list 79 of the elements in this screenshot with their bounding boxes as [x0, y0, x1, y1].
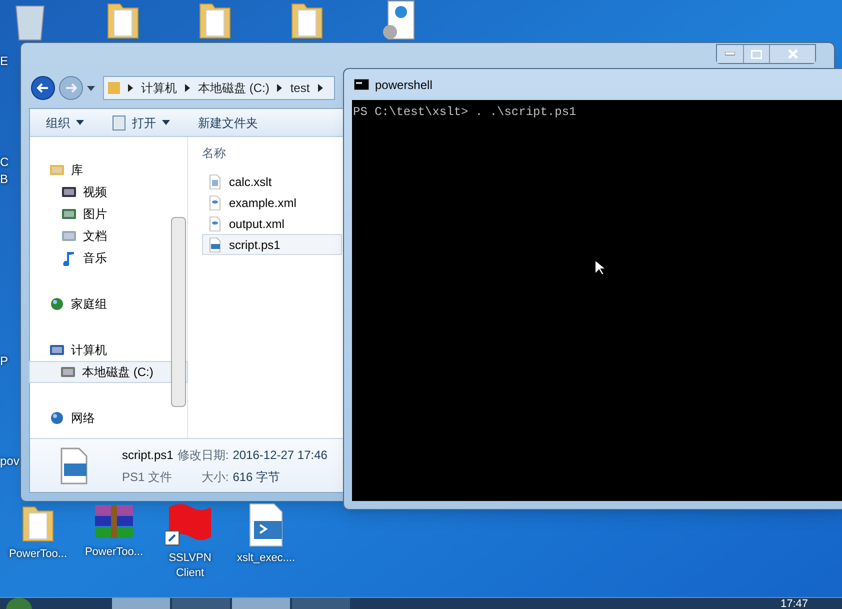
details-value: 616 字节: [232, 468, 282, 486]
back-button[interactable]: [31, 76, 55, 100]
nav-label: 网络: [71, 410, 95, 427]
desktop-icon-label[interactable]: SSLVPN Client: [154, 551, 226, 581]
file-item[interactable]: example.xml: [202, 192, 342, 213]
nav-item[interactable]: 库: [30, 159, 187, 181]
maximize-icon: [751, 50, 762, 58]
breadcrumb-item[interactable]: 计算机: [141, 79, 177, 97]
breadcrumb-item[interactable]: 本地磁盘 (C:): [198, 79, 270, 97]
back-arrow-icon: [37, 83, 49, 93]
nav-item[interactable]: 家庭组: [30, 293, 187, 315]
chevron-right-icon: [128, 84, 133, 92]
caret-icon: [87, 86, 95, 90]
desktop-icon-label[interactable]: xslt_exec....: [230, 551, 302, 566]
desktop-icon-label: P: [0, 353, 8, 370]
clock: 17:47: [780, 598, 808, 609]
xml-file-icon: [207, 216, 223, 232]
file-icon: [207, 174, 223, 190]
nav-label: 视频: [83, 184, 107, 201]
details-label: 大小:: [200, 468, 229, 486]
breadcrumb-item[interactable]: test: [290, 79, 310, 97]
maximize-button[interactable]: [743, 45, 769, 63]
nav-label: 文档: [83, 228, 107, 245]
script-file-icon: [207, 236, 223, 252]
desktop-icon-label: E: [0, 53, 8, 70]
chevron-right-icon: [277, 84, 282, 92]
details-file-type: PS1 文件: [122, 468, 174, 486]
nav-label: 图片: [83, 206, 107, 223]
nav-item[interactable]: 图片: [30, 203, 187, 225]
nav-item[interactable]: 视频: [30, 181, 187, 203]
caret-icon: [162, 120, 170, 125]
toolbar-button[interactable]: 新建文件夹: [198, 114, 258, 132]
web-document-icon: [382, 0, 416, 42]
file-item[interactable]: script.ps1: [202, 234, 342, 255]
minimize-button[interactable]: [717, 45, 743, 63]
minimize-icon: [725, 52, 735, 56]
xml-file-icon: [207, 194, 223, 210]
details-label: 修改日期:: [177, 446, 229, 464]
nav-label: 库: [71, 162, 83, 179]
desktop-icon-label[interactable]: PowerToo...: [78, 545, 150, 560]
network-icon: [49, 410, 65, 426]
file-item[interactable]: calc.xslt: [202, 171, 342, 192]
homegroup-icon: [49, 296, 65, 312]
file-item[interactable]: output.xml: [202, 213, 342, 234]
details-file-name: script.ps1: [122, 446, 174, 464]
chevron-right-icon: [318, 84, 323, 92]
window-title: powershell: [375, 76, 432, 94]
console-line: PS C:\test\xslt> . .\script.ps1: [353, 104, 578, 121]
nav-item[interactable]: 音乐: [30, 247, 187, 269]
chevron-right-icon: [185, 84, 190, 92]
desktop-icon-label: C: [0, 154, 9, 171]
address-bar[interactable]: 计算机 本地磁盘 (C:) test: [103, 76, 335, 100]
notepad-icon: [112, 114, 126, 130]
nav-item[interactable]: 计算机: [30, 339, 187, 361]
start-button[interactable]: [6, 598, 32, 609]
desktop-icon-label[interactable]: PowerToo...: [2, 547, 74, 562]
desktop-icon-label: B: [0, 171, 8, 188]
nav-item[interactable]: 网络: [30, 407, 187, 429]
computer-icon: [49, 342, 65, 358]
music-note-icon: [61, 250, 77, 266]
close-icon: [788, 49, 798, 59]
desktop-icon-label: pov: [0, 453, 20, 470]
nav-item[interactable]: 本地磁盘 (C:): [29, 361, 188, 383]
close-button[interactable]: [769, 45, 815, 63]
toolbar-button[interactable]: 组织: [46, 114, 84, 132]
nav-item[interactable]: 文档: [30, 225, 187, 247]
console-icon: [354, 79, 369, 90]
forward-arrow-icon: [65, 83, 77, 93]
nav-label: 音乐: [83, 250, 107, 267]
archive-books-icon: [93, 503, 135, 541]
caret-icon: [76, 120, 84, 125]
mouse-cursor-icon: [594, 259, 605, 276]
nav-label: 家庭组: [71, 296, 107, 313]
picture-icon: [61, 206, 77, 222]
details-value: 2016-12-27 17:46: [232, 446, 328, 464]
nav-label: 计算机: [71, 342, 107, 359]
nav-label: 本地磁盘 (C:): [82, 364, 154, 381]
toolbar-button[interactable]: 打开: [112, 114, 170, 132]
column-header[interactable]: 名称: [202, 144, 226, 166]
